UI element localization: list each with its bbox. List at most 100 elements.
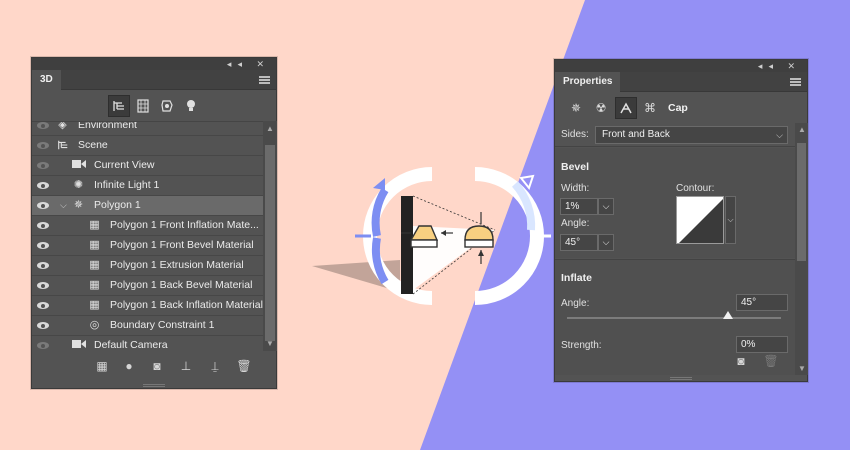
scroll-up-icon[interactable]: ▲ [798, 125, 806, 134]
trash-icon[interactable]: 🗑 [236, 358, 252, 374]
scene-icon [56, 139, 69, 152]
list-item[interactable]: Current View [32, 156, 263, 176]
eye-icon[interactable] [37, 142, 49, 149]
list-item[interactable]: ✺ Infinite Light 1 [32, 176, 263, 196]
eye-icon[interactable] [37, 182, 49, 189]
list-item[interactable]: ◈ Environment [32, 121, 263, 136]
camera-icon [72, 339, 86, 351]
bevel-angle-input[interactable]: 45° [560, 234, 598, 251]
deform-tab-button[interactable]: ☢ [590, 97, 612, 119]
mesh-filter-button[interactable] [132, 95, 154, 117]
list-item[interactable]: ◎ Boundary Constraint 1 [32, 316, 263, 336]
resize-grip[interactable] [143, 384, 165, 387]
properties-body: Sides: Front and Back ⌵ Bevel Width: 1% … [555, 123, 795, 375]
collapse-close-icons[interactable]: ◂◂ ✕ [227, 58, 270, 70]
ground-icon[interactable]: ⊥ [178, 358, 194, 374]
new-mesh-icon[interactable]: ▦ [94, 358, 110, 374]
eye-icon[interactable] [37, 162, 49, 169]
active-tab-label: Cap [668, 102, 688, 114]
tab-3d[interactable]: 3D [32, 70, 61, 90]
eye-icon[interactable] [37, 282, 49, 289]
cap-diagram [355, 167, 551, 305]
coordinates-icon: ⌘ [644, 101, 656, 115]
resize-grip[interactable] [670, 377, 692, 380]
materials-icon [161, 100, 173, 112]
bevel-title: Bevel [561, 161, 590, 173]
bevel-width-input[interactable]: 1% [560, 198, 598, 215]
mesh-icon: ✵ [73, 199, 84, 211]
material-icon: ▦ [89, 219, 100, 231]
lights-filter-button[interactable] [180, 95, 202, 117]
drop-to-plane-icon[interactable]: ⍊ [207, 358, 223, 374]
materials-filter-button[interactable] [156, 95, 178, 117]
properties-scrollbar[interactable]: ▲ ▼ [795, 123, 808, 375]
chevron-down-icon: ⌵ [776, 130, 783, 140]
render-icon[interactable]: ◙ [149, 358, 165, 374]
eye-icon[interactable] [37, 202, 49, 209]
material-icon: ▦ [89, 279, 100, 291]
chevron-down-icon[interactable]: ⌵ [60, 196, 67, 215]
collapse-close-icons[interactable]: ◂◂ ✕ [758, 60, 801, 72]
list-item[interactable]: Default Camera [32, 336, 263, 351]
panel-3d: ◂◂ ✕ 3D ◈ Environment Scene Current View… [31, 57, 277, 389]
list-item[interactable]: ▦ Polygon 1 Back Inflation Material [32, 296, 263, 316]
panel-3d-titlebar: ◂◂ ✕ [32, 58, 276, 70]
eye-icon[interactable] [37, 262, 49, 269]
cap-icon [620, 102, 632, 114]
scene-filter-button[interactable] [108, 95, 130, 117]
scene-layer-list: ◈ Environment Scene Current View ✺ Infin… [32, 121, 263, 351]
eye-icon[interactable] [37, 242, 49, 249]
coordinates-tab-button[interactable]: ⌘ [639, 97, 661, 119]
panel-menu-icon[interactable] [790, 78, 801, 86]
cap-tab-button[interactable] [615, 97, 637, 119]
light-icon: ✺ [73, 179, 84, 191]
list-item[interactable]: ▦ Polygon 1 Front Bevel Material [32, 236, 263, 256]
scrollbar-thumb[interactable] [265, 145, 275, 341]
eye-icon[interactable] [37, 322, 49, 329]
properties-footer: ◙ 🗑 [555, 349, 807, 375]
slider-thumb[interactable] [722, 311, 733, 319]
mesh-tab-button[interactable]: ✵ [565, 97, 587, 119]
list-item-selected[interactable]: ⌵ ✵ Polygon 1 [32, 196, 263, 216]
properties-toolbar: ✵ ☢ ⌘ Cap [555, 93, 807, 123]
eye-icon[interactable] [37, 222, 49, 229]
panel-3d-tabrow: 3D [32, 70, 276, 90]
scene-icon [113, 101, 124, 111]
scrollbar-thumb[interactable] [797, 143, 806, 261]
scroll-down-icon[interactable]: ▼ [266, 339, 274, 348]
inflate-angle-input[interactable]: 45° [736, 294, 788, 311]
list-item[interactable]: ▦ Polygon 1 Front Inflation Mate... [32, 216, 263, 236]
eye-icon[interactable] [37, 342, 49, 349]
environment-icon: ◈ [58, 121, 67, 131]
eye-icon[interactable] [37, 302, 49, 309]
mesh-icon [137, 99, 149, 113]
sides-value: Front and Back [602, 129, 670, 140]
camera-icon [72, 159, 86, 172]
render-icon[interactable]: ◙ [733, 353, 749, 369]
layer-list-scrollbar[interactable]: ▲ ▼ [263, 121, 277, 351]
sides-select[interactable]: Front and Back ⌵ [595, 126, 788, 144]
properties-tabrow: Properties [555, 72, 807, 92]
eye-icon[interactable] [37, 122, 49, 129]
trash-icon: 🗑 [763, 354, 779, 368]
list-item[interactable]: ▦ Polygon 1 Extrusion Material [32, 256, 263, 276]
inflate-angle-slider[interactable] [567, 311, 781, 319]
material-icon: ▦ [89, 239, 100, 251]
chevron-down-icon: ⌵ [602, 201, 610, 211]
contour-dropdown[interactable]: ⌵ [725, 196, 736, 244]
contour-preview[interactable] [676, 196, 724, 244]
bevel-width-dropdown[interactable]: ⌵ [598, 198, 614, 215]
inflate-shape [464, 212, 494, 264]
chevron-down-icon: ⌵ [602, 237, 610, 247]
filter-toolbar [32, 91, 276, 121]
sides-label: Sides: [561, 129, 589, 140]
scroll-up-icon[interactable]: ▲ [266, 124, 274, 133]
tab-properties[interactable]: Properties [555, 72, 621, 92]
list-item[interactable]: ▦ Polygon 1 Back Bevel Material [32, 276, 263, 296]
mesh-icon: ✵ [570, 101, 582, 115]
panel-menu-icon[interactable] [259, 76, 270, 84]
list-item[interactable]: Scene [32, 136, 263, 156]
bevel-angle-dropdown[interactable]: ⌵ [598, 234, 614, 251]
bevel-section: Bevel Width: 1% ⌵ Angle: 45° ⌵ Contour: [555, 148, 795, 258]
add-light-icon[interactable]: ● [121, 358, 137, 374]
